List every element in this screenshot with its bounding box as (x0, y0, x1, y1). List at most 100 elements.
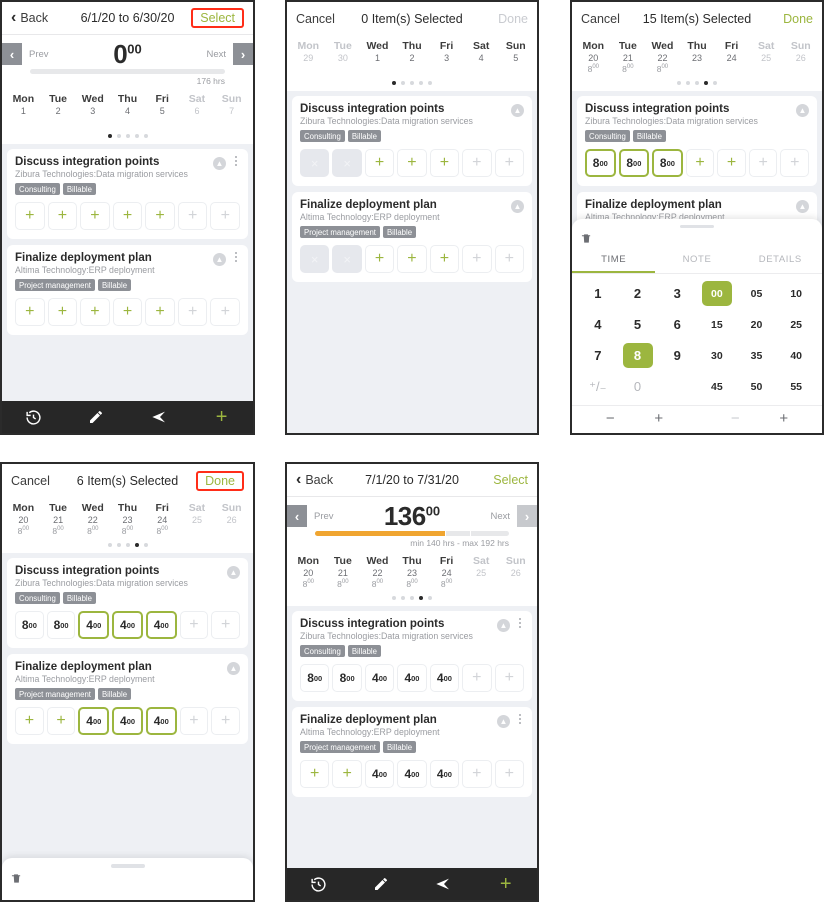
day-cell[interactable]: + (462, 664, 492, 692)
day-cell[interactable]: + (15, 298, 45, 326)
day-cell[interactable]: 4 00 (429, 664, 460, 692)
day-cell[interactable]: 8 00 (332, 664, 362, 692)
day-cell[interactable]: + (80, 202, 110, 230)
page-dot[interactable] (695, 81, 699, 85)
day-cell[interactable]: × (332, 245, 362, 273)
weekday-cell[interactable]: Thu 23 (680, 40, 715, 74)
hours-plus-button[interactable]: + (654, 411, 663, 426)
day-cell[interactable]: + (462, 149, 492, 177)
page-dot[interactable] (428, 81, 432, 85)
day-cell[interactable]: + (494, 760, 524, 788)
keypad-key[interactable]: 00 (697, 278, 737, 309)
weekday-cell[interactable]: Tue 2 (41, 93, 76, 127)
day-cell[interactable]: 4 00 (364, 664, 395, 692)
day-cell[interactable]: + (46, 707, 76, 735)
collapse-icon[interactable]: ▲ (497, 715, 510, 728)
day-cell[interactable]: + (47, 298, 78, 326)
cancel-button[interactable]: Cancel (296, 12, 335, 26)
send-icon[interactable] (412, 876, 475, 892)
weekday-cell[interactable]: Mon 20 800 (576, 40, 611, 74)
minutes-minus-button[interactable]: − (731, 411, 740, 426)
task-card[interactable]: Discuss integration points Zibura Techno… (7, 558, 248, 648)
page-dot[interactable] (116, 543, 121, 547)
task-card[interactable]: Finalize deployment plan Altima Technolo… (7, 654, 248, 744)
keypad-key[interactable]: 10 (776, 278, 816, 309)
day-cell[interactable]: 8 00 (15, 611, 44, 639)
day-cell[interactable]: + (15, 707, 44, 735)
day-cell[interactable]: × (332, 149, 362, 177)
day-cell[interactable]: 4 00 (364, 760, 395, 788)
page-dot[interactable] (428, 596, 432, 600)
day-cell[interactable]: 8 00 (585, 149, 616, 177)
hours-minus-button[interactable]: − (606, 411, 615, 426)
day-cell[interactable]: + (47, 202, 78, 230)
page-dot[interactable] (410, 596, 414, 600)
collapse-icon[interactable]: ▲ (213, 157, 226, 170)
weekday-cell[interactable]: Thu 4 (110, 93, 145, 127)
keypad-key[interactable]: 25 (776, 309, 816, 340)
day-cell[interactable]: + (211, 707, 241, 735)
collapse-icon[interactable]: ▲ (796, 200, 809, 213)
day-cell[interactable]: 4 00 (397, 760, 427, 788)
day-cell[interactable]: + (494, 149, 524, 177)
day-cell[interactable]: + (15, 202, 45, 230)
weekday-cell[interactable]: Mon 20 800 (291, 555, 326, 589)
day-cell[interactable]: + (462, 245, 492, 273)
weekday-cell[interactable]: Sat 25 (749, 40, 784, 74)
history-icon[interactable] (2, 409, 65, 426)
keypad-key[interactable]: 4 (578, 309, 618, 340)
weekday-cell[interactable]: Sat 6 (180, 93, 215, 127)
prev-arrow-button[interactable]: ‹ (2, 43, 22, 65)
page-dot[interactable] (107, 543, 112, 547)
day-cell[interactable]: + (429, 245, 460, 273)
keypad-key[interactable]: 45 (697, 371, 737, 402)
prev-label[interactable]: Prev (22, 49, 56, 60)
day-cell[interactable]: + (332, 760, 362, 788)
day-cell[interactable]: + (112, 298, 143, 326)
page-dot[interactable] (134, 543, 139, 547)
weekday-cell[interactable]: Mon 20 800 (6, 502, 41, 536)
done-button[interactable]: Done (498, 12, 528, 26)
picker-tab[interactable]: NOTE (655, 248, 738, 273)
keypad-key[interactable]: 3 (657, 278, 697, 309)
collapse-icon[interactable]: ▲ (227, 566, 240, 579)
done-button[interactable]: Done (196, 470, 244, 491)
keypad-key[interactable]: 5 (618, 309, 658, 340)
page-dot[interactable] (410, 81, 414, 85)
cancel-button[interactable]: Cancel (11, 474, 50, 488)
day-cell[interactable]: + (364, 149, 395, 177)
more-options-icon[interactable] (515, 618, 525, 628)
keypad-key[interactable]: ⁺/₋ (578, 371, 618, 402)
day-cell[interactable]: + (717, 149, 746, 177)
more-options-icon[interactable] (231, 156, 241, 166)
day-cell[interactable]: + (397, 149, 427, 177)
minutes-plus-button[interactable]: + (779, 411, 788, 426)
day-cell[interactable]: × (300, 149, 330, 177)
pencil-icon[interactable] (350, 876, 413, 892)
weekday-cell[interactable]: Thu 23 800 (395, 555, 430, 589)
day-cell[interactable]: + (494, 664, 524, 692)
day-cell[interactable]: + (300, 760, 330, 788)
weekday-cell[interactable]: Sat 25 (180, 502, 215, 536)
plus-icon[interactable]: + (190, 407, 253, 427)
day-cell[interactable]: + (429, 149, 460, 177)
weekday-cell[interactable]: Mon 29 (291, 40, 326, 74)
day-cell[interactable]: + (210, 298, 241, 326)
day-cell[interactable]: + (145, 202, 175, 230)
weekday-cell[interactable]: Sat 25 (464, 555, 499, 589)
keypad-key[interactable]: 35 (737, 340, 777, 371)
day-cell[interactable]: + (210, 202, 241, 230)
picker-tab[interactable]: TIME (572, 248, 656, 273)
weekday-cell[interactable]: Mon 1 (6, 93, 41, 127)
picker-tab[interactable]: DETAILS (739, 248, 822, 273)
pencil-icon[interactable] (65, 409, 128, 425)
task-card[interactable]: Finalize deployment plan Altima Technolo… (292, 192, 532, 282)
next-label[interactable]: Next (483, 511, 517, 522)
collapse-icon[interactable]: ▲ (511, 200, 524, 213)
weekday-cell[interactable]: Fri 3 (429, 40, 464, 74)
back-button[interactable]: ‹ Back (296, 472, 333, 488)
page-dot[interactable] (392, 596, 396, 600)
keypad-key[interactable]: 05 (737, 278, 777, 309)
weekday-cell[interactable]: Tue 30 (326, 40, 361, 74)
day-cell[interactable]: + (179, 707, 209, 735)
